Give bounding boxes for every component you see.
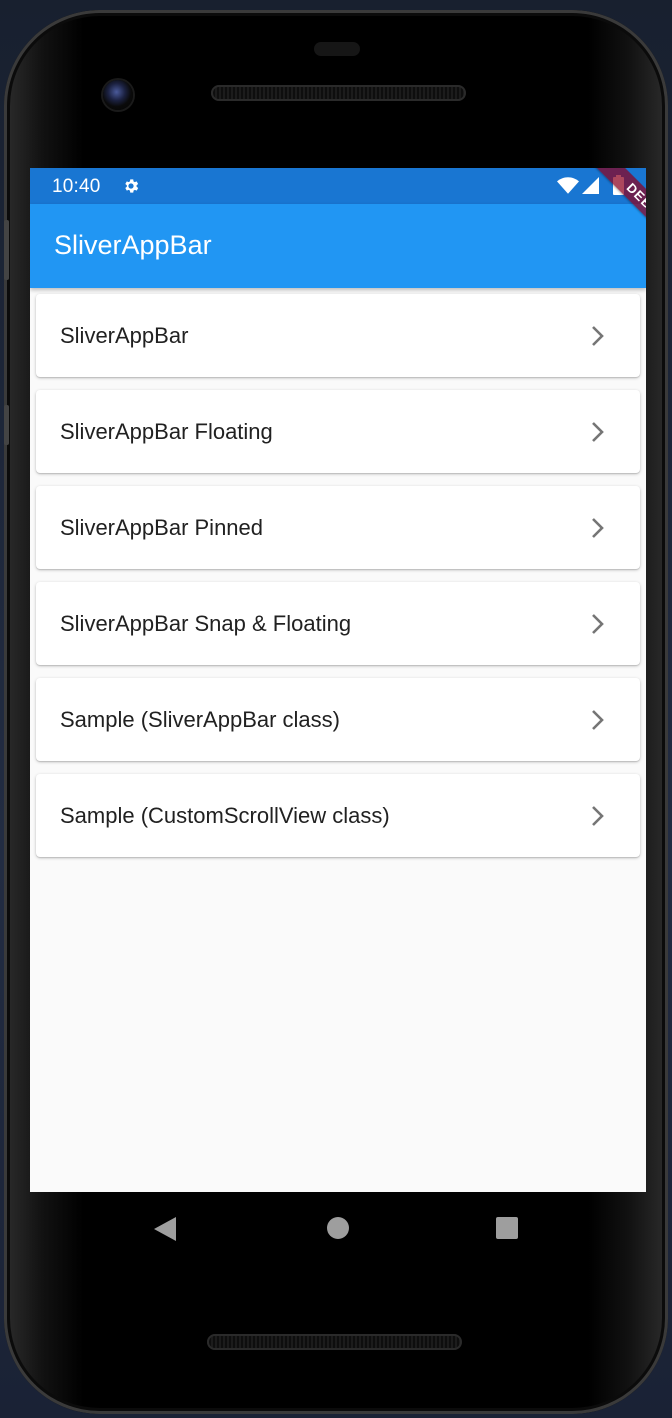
list-item-label: SliverAppBar <box>60 323 189 348</box>
list-item[interactable]: SliverAppBar Floating <box>36 390 640 473</box>
page-title: SliverAppBar <box>54 230 212 260</box>
list-item[interactable]: Sample (SliverAppBar class) <box>36 678 640 761</box>
list-item-label: SliverAppBar Pinned <box>60 515 264 540</box>
list-item-label: Sample (SliverAppBar class) <box>60 707 340 732</box>
chevron-right-icon <box>592 518 604 538</box>
system-nav-bar <box>30 1192 646 1264</box>
earpiece <box>314 42 360 56</box>
device-screen: 10:40 SliverAppBar DEBUG SliverAppBar Sl… <box>30 168 646 1192</box>
chevron-right-icon <box>592 422 604 442</box>
list-item[interactable]: Sample (CustomScrollView class) <box>36 774 640 857</box>
status-time: 10:40 <box>52 176 101 197</box>
menu-list: SliverAppBar SliverAppBar Floating Slive… <box>36 294 640 870</box>
front-camera <box>103 80 133 110</box>
list-item[interactable]: SliverAppBar <box>36 294 640 377</box>
signal-icon <box>582 177 599 194</box>
list-item[interactable]: SliverAppBar Pinned <box>36 486 640 569</box>
list-item-label: SliverAppBar Floating <box>60 419 273 444</box>
top-speaker-grill <box>211 85 466 101</box>
back-triangle-icon[interactable] <box>154 1217 176 1241</box>
chevron-right-icon <box>592 710 604 730</box>
volume-button <box>4 220 9 280</box>
list-item[interactable]: SliverAppBar Snap & Floating <box>36 582 640 665</box>
list-item-label: SliverAppBar Snap & Floating <box>60 611 352 636</box>
recents-square-icon[interactable] <box>496 1217 518 1239</box>
chevron-right-icon <box>592 806 604 826</box>
list-item-label: Sample (CustomScrollView class) <box>60 803 390 828</box>
status-bar: 10:40 <box>30 168 646 204</box>
chevron-right-icon <box>592 614 604 634</box>
app-bar: SliverAppBar <box>30 204 646 288</box>
gear-icon <box>125 179 139 193</box>
power-button <box>4 405 9 445</box>
home-circle-icon[interactable] <box>327 1217 349 1239</box>
chevron-right-icon <box>592 326 604 346</box>
bottom-speaker-grill <box>207 1334 462 1350</box>
wifi-icon <box>557 177 579 194</box>
